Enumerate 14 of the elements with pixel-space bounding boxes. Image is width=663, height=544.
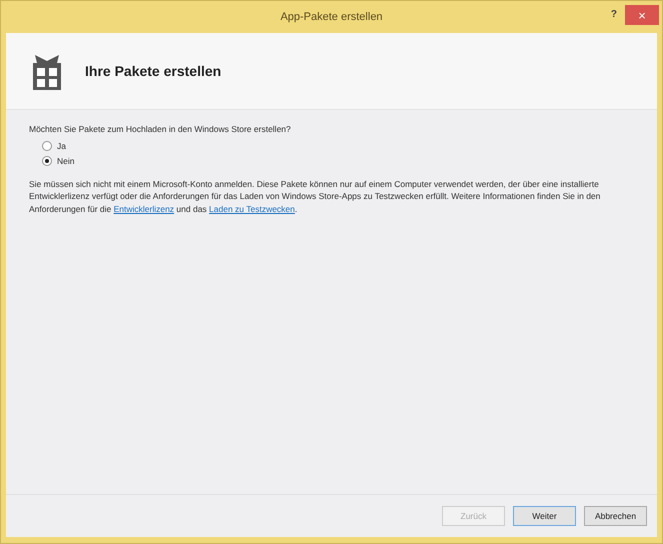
help-button[interactable]: ?	[610, 9, 617, 20]
info-paragraph: Sie müssen sich nicht mit einem Microsoft-Konto anmelden. Diese Pakete können nur auf einem Computer verwendet werden, der über eine installierte Entwicklerlizenz verfügt oder die Anforderungen für das Laden von Windows Store-Apps zu Testzwecken erfüllt. Weitere Informationen finden Sie in den Anforderungen für die Entwicklerlizenz und das Laden zu Testzwecken.	[29, 178, 602, 215]
help-link[interactable]: Laden zu Testzwecken	[209, 204, 295, 214]
window-title: App-Pakete erstellen	[280, 11, 383, 23]
dialog-button[interactable]: Abbrechen	[584, 506, 647, 526]
radio-button[interactable]	[42, 156, 52, 166]
option-label[interactable]: Ja	[57, 141, 66, 151]
dialog-button[interactable]: Weiter	[513, 506, 576, 526]
help-link[interactable]: Entwicklerlizenz	[114, 204, 174, 214]
page-heading: Ihre Pakete erstellen	[85, 63, 222, 79]
close-button[interactable]: ×	[625, 5, 659, 25]
question-text: Möchten Sie Pakete zum Hochladen in den Windows Store erstellen?	[29, 124, 292, 134]
option-label[interactable]: Nein	[57, 156, 74, 166]
radio-button[interactable]	[42, 141, 52, 151]
